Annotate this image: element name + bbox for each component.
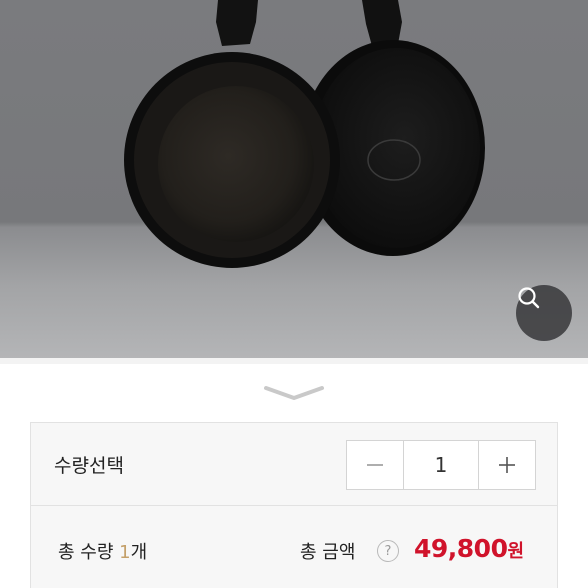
decrement-button[interactable] (347, 441, 403, 489)
zoom-button[interactable] (516, 285, 572, 341)
total-amount-label: 총 금액 (300, 542, 356, 563)
quantity-value[interactable]: 1 (403, 441, 479, 489)
quantity-label: 수량선택 (54, 455, 124, 477)
plus-icon (499, 457, 515, 473)
help-icon[interactable]: ? (377, 540, 399, 562)
search-icon (518, 287, 540, 309)
quantity-stepper[interactable]: 1 (346, 440, 536, 490)
divider (30, 505, 558, 506)
panel-toggle[interactable] (262, 382, 326, 404)
chevron-down-icon (264, 386, 324, 400)
total-quantity: 총 수량 1개 (58, 538, 147, 564)
increment-button[interactable] (479, 441, 535, 489)
price-value: 49,800 (414, 534, 508, 563)
total-quantity-unit: 개 (130, 542, 148, 563)
total-quantity-value: 1 (119, 542, 131, 563)
total-quantity-label: 총 수량 (58, 542, 114, 563)
price-currency: 원 (507, 541, 524, 562)
total-price: 49,800원 (414, 534, 524, 563)
product-image (0, 0, 588, 358)
minus-icon (367, 464, 383, 466)
frying-pan-pair-image (124, 0, 485, 268)
